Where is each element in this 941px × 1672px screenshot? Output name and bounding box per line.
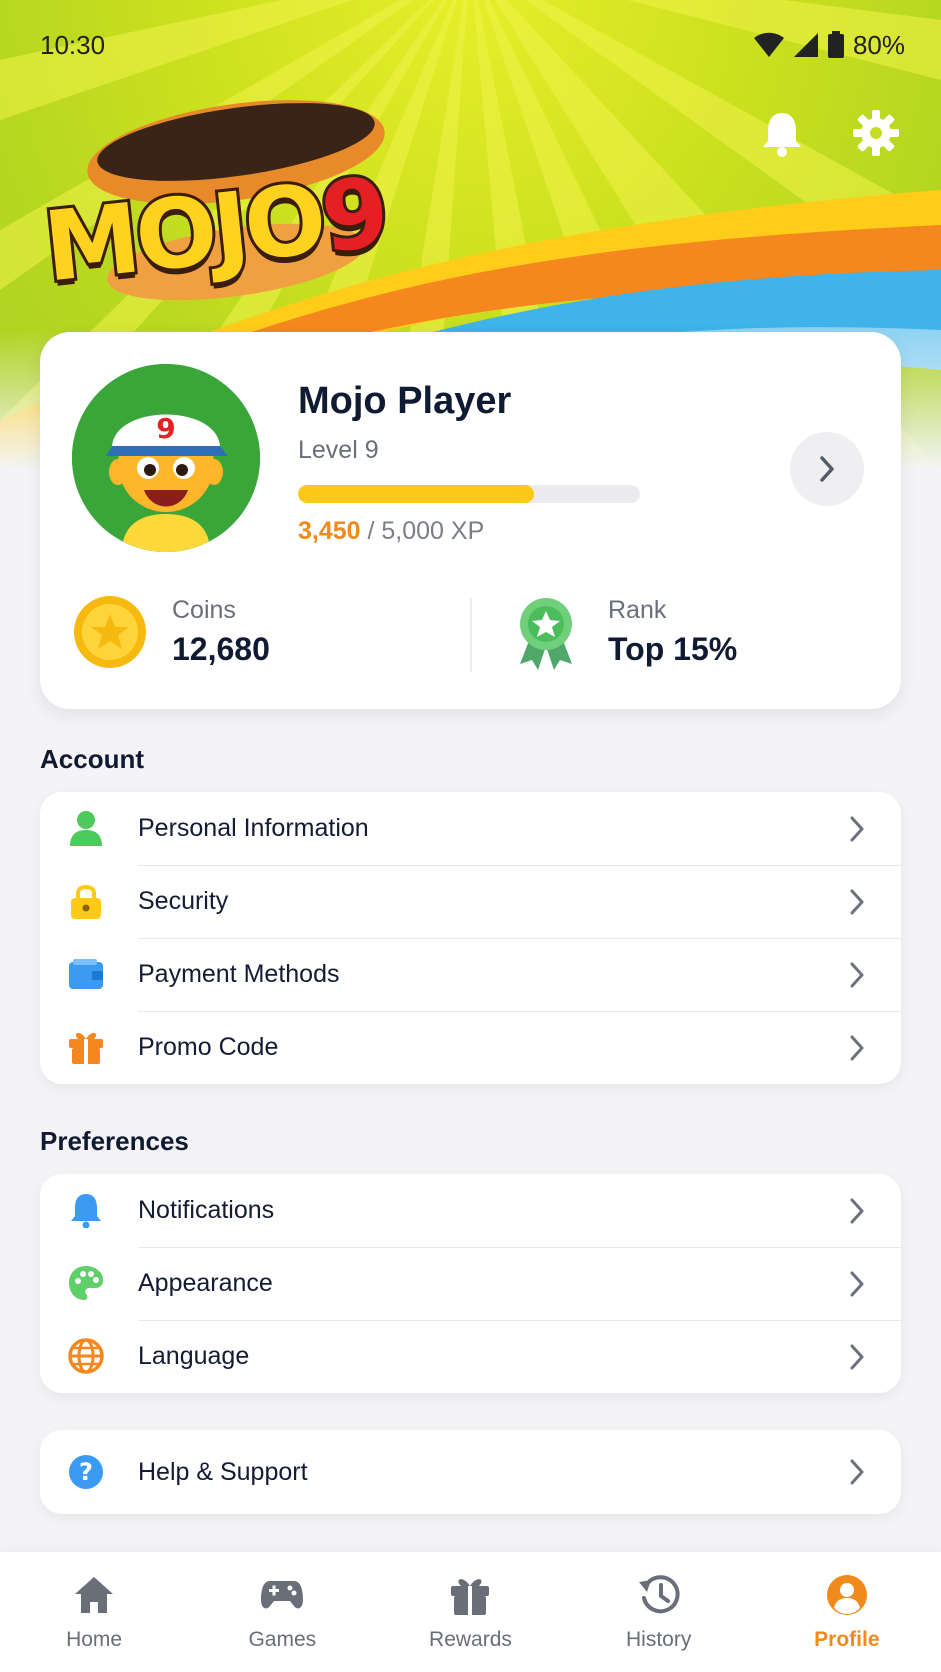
nav-label: Profile: [814, 1628, 880, 1651]
rank-value: Top 15%: [608, 631, 738, 667]
rank-stat: Rank Top 15%: [508, 594, 737, 670]
battery-percentage: 80%: [852, 29, 905, 60]
menu-item-label: Language: [138, 1342, 250, 1370]
stat-divider: [470, 598, 472, 672]
menu-item-appearance[interactable]: Appearance: [40, 1247, 901, 1320]
chevron-right-icon: [850, 1035, 864, 1061]
gear-icon: [853, 110, 899, 156]
nav-history[interactable]: History: [584, 1572, 734, 1652]
coins-value: 12,680: [172, 631, 270, 667]
coin-icon: [74, 596, 146, 668]
cellular-signal-icon: [793, 33, 818, 57]
nav-label: History: [625, 1628, 692, 1651]
menu-item-label: Help & Support: [138, 1457, 308, 1486]
menu-item-label: Security: [138, 887, 229, 915]
nav-rewards[interactable]: Rewards: [395, 1572, 545, 1652]
wallet-icon: [68, 956, 104, 992]
status-bar: 10:30 80%: [0, 0, 941, 90]
globe-icon: [68, 1338, 104, 1374]
battery-icon: [827, 31, 844, 58]
rank-medal-icon: [520, 598, 572, 670]
chevron-right-icon: [850, 962, 864, 988]
menu-item-payment-methods[interactable]: Payment Methods: [40, 938, 901, 1011]
home-icon: [71, 1572, 117, 1618]
person-icon: [68, 810, 104, 846]
account-section-title: Account: [40, 744, 144, 774]
xp-text: 3,450 / 5,000 XP: [298, 517, 484, 546]
player-name: Mojo Player: [298, 380, 512, 422]
gift-icon: [447, 1572, 493, 1618]
menu-item-label: Promo Code: [138, 1033, 279, 1061]
palette-icon: [68, 1265, 104, 1301]
notifications-button[interactable]: [757, 108, 807, 158]
menu-item-notifications[interactable]: Notifications: [40, 1174, 901, 1247]
lock-icon: [68, 883, 104, 919]
bell-icon: [763, 113, 801, 157]
nav-home[interactable]: Home: [19, 1572, 169, 1652]
xp-progress-bar: [298, 485, 640, 503]
xp-progress-fill: [298, 485, 534, 503]
xp-total: / 5,000 XP: [360, 517, 485, 545]
rank-label: Rank: [608, 596, 667, 624]
status-time: 10:30: [40, 29, 106, 60]
profile-icon: [824, 1572, 870, 1618]
chevron-right-icon: [850, 1459, 864, 1485]
menu-item-label: Notifications: [138, 1196, 275, 1224]
preferences-section-title: Preferences: [40, 1126, 189, 1156]
nav-profile[interactable]: Profile: [772, 1572, 922, 1652]
chevron-right-icon: [850, 1271, 864, 1297]
account-menu: Personal Information Security Payment Me…: [40, 792, 901, 1084]
menu-item-language[interactable]: Language: [40, 1320, 901, 1393]
preferences-menu: Notifications Appearance Language: [40, 1174, 901, 1393]
menu-item-security[interactable]: Security: [40, 865, 901, 938]
wifi-icon: [753, 32, 784, 57]
coins-stat: Coins 12,680: [72, 594, 270, 670]
chevron-right-icon: [850, 1344, 864, 1370]
avatar-badge: 9: [156, 412, 175, 445]
avatar[interactable]: 9: [72, 364, 260, 552]
history-icon: [636, 1572, 682, 1618]
nav-label: Rewards: [429, 1628, 512, 1651]
menu-item-personal-information[interactable]: Personal Information: [40, 792, 901, 865]
profile-card: 9 Mojo Player Level 9 3,450 / 5,000 XP C…: [40, 332, 901, 709]
question-icon: ?: [68, 1454, 104, 1490]
nav-games[interactable]: Games: [207, 1572, 357, 1652]
mojo9-logo: MOJO9: [36, 82, 416, 312]
svg-text:?: ?: [79, 1458, 93, 1486]
player-level: Level 9: [298, 436, 379, 464]
help-menu: ? Help & Support: [40, 1430, 901, 1514]
bottom-navigation: Home Games Rewards History Profile: [0, 1552, 941, 1672]
logo-number: 9: [313, 153, 393, 277]
gamepad-icon: [259, 1572, 305, 1618]
bell-icon: [68, 1192, 104, 1228]
chevron-right-icon: [820, 456, 834, 482]
coins-label: Coins: [172, 596, 236, 624]
chevron-right-icon: [850, 816, 864, 842]
menu-item-promo-code[interactable]: Promo Code: [40, 1011, 901, 1084]
menu-item-label: Payment Methods: [138, 960, 340, 988]
xp-current: 3,450: [298, 517, 361, 545]
nav-label: Home: [66, 1628, 123, 1651]
gift-icon: [68, 1029, 104, 1065]
chevron-right-icon: [850, 1198, 864, 1224]
menu-item-help-support[interactable]: ? Help & Support: [40, 1430, 901, 1514]
chevron-right-icon: [850, 889, 864, 915]
nav-label: Games: [248, 1628, 317, 1651]
menu-item-label: Appearance: [138, 1269, 273, 1297]
menu-item-label: Personal Information: [138, 814, 369, 842]
profile-details-button[interactable]: [790, 432, 864, 506]
settings-button[interactable]: [851, 108, 901, 158]
